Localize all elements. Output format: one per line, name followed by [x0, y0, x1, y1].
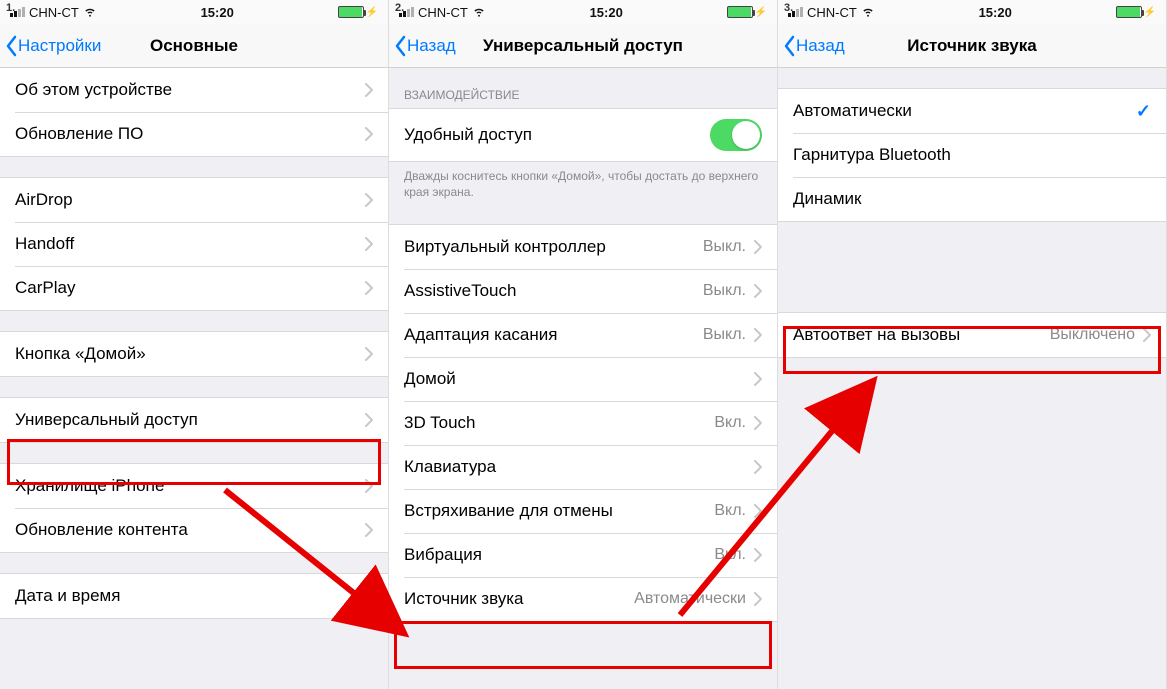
group-date-time: Дата и время: [0, 573, 388, 619]
carrier-label: CHN-CT: [418, 5, 468, 20]
carrier-label: CHN-CT: [807, 5, 857, 20]
battery-icon: [338, 6, 364, 18]
chevron-left-icon: [4, 35, 18, 57]
status-bar: CHN-CT 15:20 ⚡: [778, 0, 1166, 24]
back-label: Настройки: [18, 36, 101, 56]
wifi-icon: [83, 4, 97, 21]
charging-icon: ⚡: [1144, 7, 1156, 18]
group-routing-options: Автоматически ✓ Гарнитура Bluetooth Дина…: [778, 88, 1166, 222]
chevron-right-icon: [754, 548, 762, 562]
back-button[interactable]: Назад: [389, 35, 456, 57]
chevron-right-icon: [365, 347, 373, 361]
reachability-toggle[interactable]: [710, 119, 762, 151]
screen-3-audio-routing: 3. CHN-CT 15:20 ⚡ Назад Источник звука А…: [778, 0, 1167, 689]
step-number-1: 1.: [6, 2, 15, 14]
group-reachability: Удобный доступ: [389, 108, 777, 162]
status-bar: CHN-CT 15:20 ⚡: [0, 0, 388, 24]
chevron-right-icon: [754, 592, 762, 606]
back-label: Назад: [407, 36, 456, 56]
group-connectivity: AirDrop Handoff CarPlay: [0, 177, 388, 311]
chevron-right-icon: [365, 281, 373, 295]
row-call-audio-routing[interactable]: Источник звука Автоматически: [389, 577, 777, 621]
row-background-refresh[interactable]: Обновление контента: [0, 508, 388, 552]
row-speaker[interactable]: Динамик: [778, 177, 1166, 221]
row-carplay[interactable]: CarPlay: [0, 266, 388, 310]
chevron-right-icon: [1143, 328, 1151, 342]
row-handoff[interactable]: Handoff: [0, 222, 388, 266]
row-iphone-storage[interactable]: Хранилище iPhone: [0, 464, 388, 508]
row-switch-control[interactable]: Виртуальный контроллер Выкл.: [389, 225, 777, 269]
row-software-update[interactable]: Обновление ПО: [0, 112, 388, 156]
chevron-right-icon: [754, 284, 762, 298]
chevron-right-icon: [365, 589, 373, 603]
checkmark-icon: ✓: [1136, 101, 1151, 122]
chevron-right-icon: [754, 416, 762, 430]
chevron-right-icon: [365, 523, 373, 537]
back-button[interactable]: Настройки: [0, 35, 101, 57]
row-airdrop[interactable]: AirDrop: [0, 178, 388, 222]
back-label: Назад: [796, 36, 845, 56]
status-time: 15:20: [201, 5, 234, 20]
chevron-right-icon: [365, 127, 373, 141]
row-accessibility[interactable]: Универсальный доступ: [0, 398, 388, 442]
step-number-3: 3.: [784, 2, 793, 14]
battery-icon: [1116, 6, 1142, 18]
row-home-button[interactable]: Кнопка «Домой»: [0, 332, 388, 376]
chevron-right-icon: [365, 479, 373, 493]
status-time: 15:20: [979, 5, 1012, 20]
chevron-right-icon: [365, 413, 373, 427]
row-auto-answer-calls[interactable]: Автоответ на вызовы Выключено: [778, 313, 1166, 357]
row-vibration[interactable]: Вибрация Вкл.: [389, 533, 777, 577]
chevron-right-icon: [365, 237, 373, 251]
status-time: 15:20: [590, 5, 623, 20]
wifi-icon: [472, 4, 486, 21]
chevron-right-icon: [754, 460, 762, 474]
chevron-left-icon: [782, 35, 796, 57]
carrier-label: CHN-CT: [29, 5, 79, 20]
chevron-right-icon: [365, 83, 373, 97]
screen-1-general: 1. CHN-CT 15:20 ⚡ Настройки Основные Об …: [0, 0, 389, 689]
navbar: Назад Универсальный доступ: [389, 24, 777, 68]
group-accessibility: Универсальный доступ: [0, 397, 388, 443]
row-shake-to-undo[interactable]: Встряхивание для отмены Вкл.: [389, 489, 777, 533]
chevron-right-icon: [365, 193, 373, 207]
row-3d-touch[interactable]: 3D Touch Вкл.: [389, 401, 777, 445]
section-header-interaction: ВЗАИМОДЕЙСТВИЕ: [389, 68, 777, 108]
chevron-right-icon: [754, 240, 762, 254]
group-home-button: Кнопка «Домой»: [0, 331, 388, 377]
chevron-right-icon: [754, 504, 762, 518]
status-bar: CHN-CT 15:20 ⚡: [389, 0, 777, 24]
wifi-icon: [861, 4, 875, 21]
reachability-footer: Дважды коснитесь кнопки «Домой», чтобы д…: [389, 162, 777, 204]
row-bluetooth-headset[interactable]: Гарнитура Bluetooth: [778, 133, 1166, 177]
row-assistive-touch[interactable]: AssistiveTouch Выкл.: [389, 269, 777, 313]
step-number-2: 2.: [395, 2, 404, 14]
chevron-left-icon: [393, 35, 407, 57]
battery-icon: [727, 6, 753, 18]
row-date-time[interactable]: Дата и время: [0, 574, 388, 618]
navbar: Настройки Основные: [0, 24, 388, 68]
group-auto-answer: Автоответ на вызовы Выключено: [778, 312, 1166, 358]
highlight-audio-routing: [394, 621, 772, 669]
charging-icon: ⚡: [755, 7, 767, 18]
group-about: Об этом устройстве Обновление ПО: [0, 68, 388, 157]
navbar: Назад Источник звука: [778, 24, 1166, 68]
charging-icon: ⚡: [366, 7, 378, 18]
chevron-right-icon: [754, 372, 762, 386]
screen-2-accessibility: 2. CHN-CT 15:20 ⚡ Назад Универсальный до…: [389, 0, 778, 689]
row-automatic[interactable]: Автоматически ✓: [778, 89, 1166, 133]
back-button[interactable]: Назад: [778, 35, 845, 57]
row-reachability[interactable]: Удобный доступ: [389, 109, 777, 161]
row-keyboard[interactable]: Клавиатура: [389, 445, 777, 489]
group-interaction-items: Виртуальный контроллер Выкл. AssistiveTo…: [389, 224, 777, 622]
group-storage: Хранилище iPhone Обновление контента: [0, 463, 388, 553]
row-about-device[interactable]: Об этом устройстве: [0, 68, 388, 112]
chevron-right-icon: [754, 328, 762, 342]
row-home[interactable]: Домой: [389, 357, 777, 401]
row-touch-accommodations[interactable]: Адаптация касания Выкл.: [389, 313, 777, 357]
